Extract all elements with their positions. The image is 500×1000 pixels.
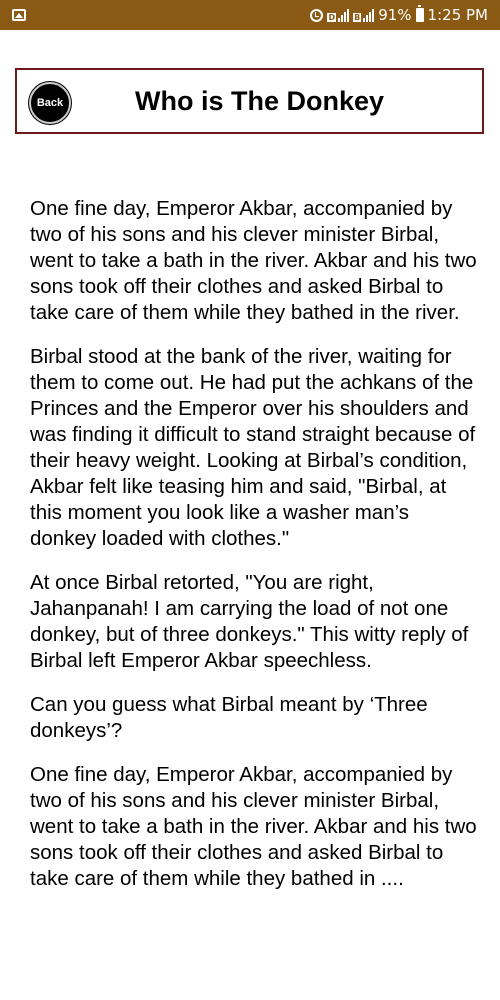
status-bar: D B 91% 1:25 PM bbox=[0, 0, 500, 30]
story-text: One fine day, Emperor Akbar, accompanied… bbox=[30, 196, 480, 910]
clock: 1:25 PM bbox=[427, 6, 488, 24]
story-paragraph-1: One fine day, Emperor Akbar, accompanied… bbox=[30, 197, 477, 324]
story-paragraph-2: Birbal stood at the bank of the river, w… bbox=[30, 345, 476, 550]
gallery-icon bbox=[12, 9, 26, 21]
battery-icon bbox=[415, 5, 424, 22]
story-paragraph-3: At once Birbal retorted, "You are right,… bbox=[30, 571, 469, 672]
story-paragraph-5: One fine day, Emperor Akbar, accompanied… bbox=[30, 763, 477, 890]
page-title: Who is The Donkey bbox=[134, 85, 385, 116]
story-paragraph-4: Can you guess what Birbal meant by ‘Thre… bbox=[30, 693, 428, 742]
status-left bbox=[12, 9, 26, 21]
alarm-icon bbox=[310, 8, 324, 22]
status-right: D B 91% 1:25 PM bbox=[310, 5, 488, 24]
signal-icon: B bbox=[353, 8, 375, 22]
battery-percent: 91% bbox=[378, 6, 412, 24]
header: Back Who is The Donkey bbox=[15, 68, 484, 134]
signal-icon: D bbox=[327, 8, 350, 22]
